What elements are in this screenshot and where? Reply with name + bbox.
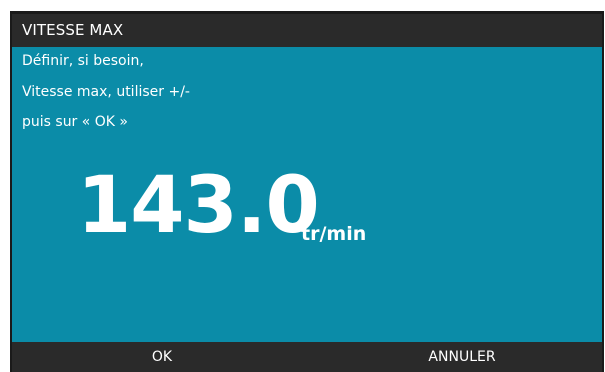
instruction-line-3: puis sur « OK »	[22, 114, 128, 130]
ok-button[interactable]: OK	[112, 342, 212, 372]
title-bar: VITESSE MAX	[12, 14, 602, 47]
instruction-line-1: Définir, si besoin,	[22, 53, 144, 69]
speed-unit: tr/min	[301, 223, 367, 245]
softkey-bar: OK ANNULER	[12, 342, 602, 372]
instruction-line-2: Vitesse max, utiliser +/-	[22, 84, 190, 100]
max-speed-value[interactable]: 143.0	[77, 158, 320, 254]
screen-title: VITESSE MAX	[22, 21, 124, 39]
cancel-button[interactable]: ANNULER	[412, 342, 512, 372]
content-panel: Définir, si besoin, Vitesse max, utilise…	[12, 47, 602, 342]
